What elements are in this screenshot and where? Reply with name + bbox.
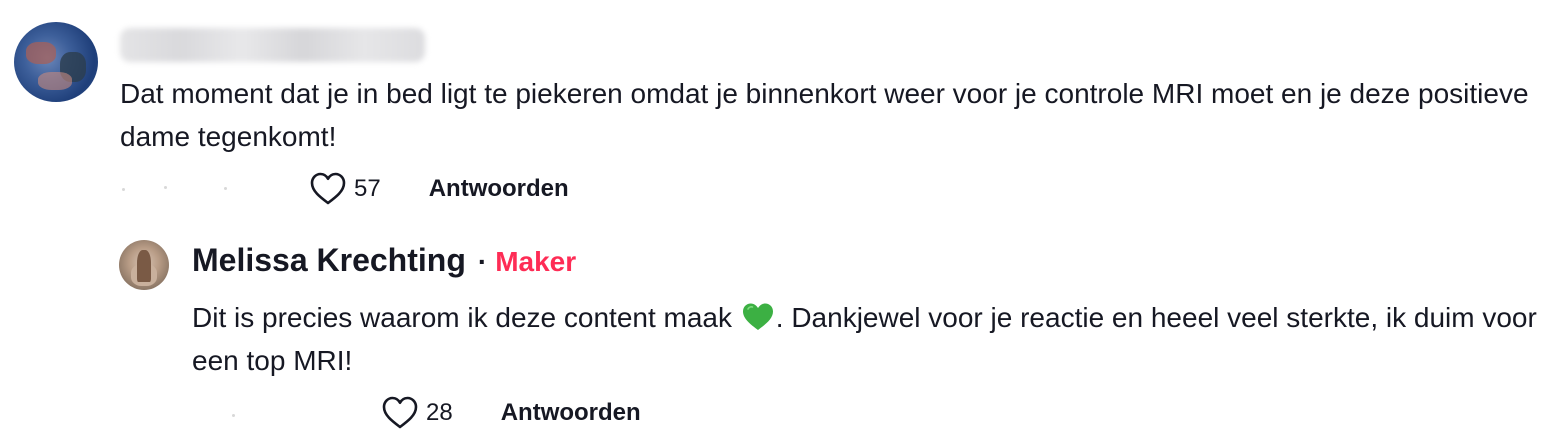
comment-date-faint: [120, 184, 230, 194]
green-heart-icon: [742, 301, 774, 331]
heart-outline-icon: [310, 172, 346, 206]
reply-like-count: 28: [426, 399, 453, 426]
comment-actions: 57 Antwoorden: [120, 169, 569, 209]
reply-author-avatar[interactable]: [119, 240, 169, 290]
reply-header: Melissa Krechting · Maker: [192, 242, 576, 279]
reply-like-button[interactable]: 28: [382, 396, 453, 430]
reply-text: Dit is precies waarom ik deze content ma…: [192, 296, 1542, 382]
reply-text-part1: Dit is precies waarom ik deze content ma…: [192, 302, 732, 333]
commenter-username-blurred[interactable]: [120, 28, 425, 62]
reply-date-faint: [192, 408, 302, 418]
creator-badge: Maker: [495, 246, 577, 277]
heart-outline-icon: [382, 396, 418, 430]
comment-text: Dat moment dat je in bed ligt te piekere…: [120, 78, 1529, 152]
commenter-avatar[interactable]: [14, 22, 98, 102]
reply-actions: 28 Antwoorden: [192, 393, 641, 433]
reply-author-name[interactable]: Melissa Krechting: [192, 242, 466, 279]
separator-dot: ·: [477, 246, 488, 277]
comment-reply-button[interactable]: Antwoorden: [429, 175, 569, 203]
comment-like-button[interactable]: 57: [310, 172, 381, 206]
reply-reply-button[interactable]: Antwoorden: [501, 399, 641, 427]
comment-like-count: 57: [354, 175, 381, 202]
